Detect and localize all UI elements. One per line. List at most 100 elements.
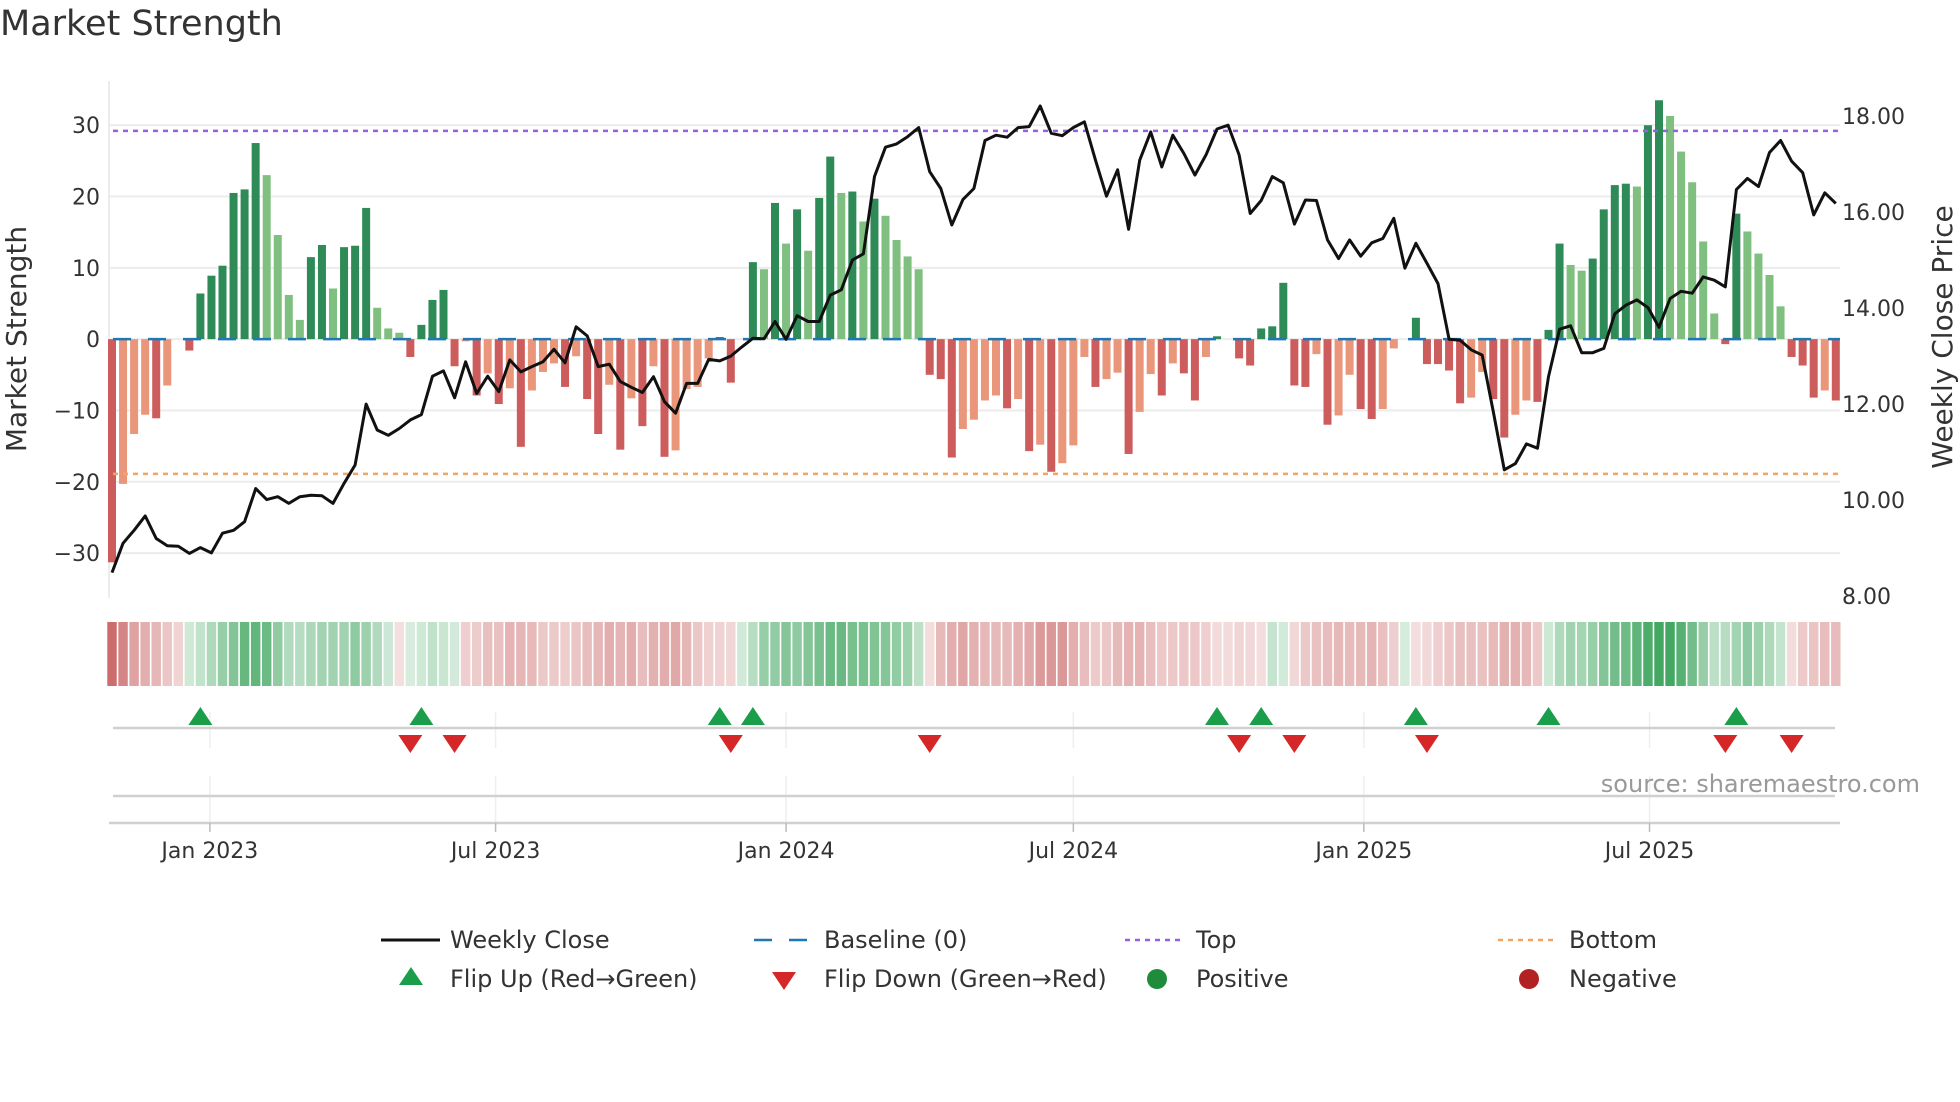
heat-strip-cell [814, 622, 824, 686]
market-strength-chart: −30 −20 −10 0 10 20 30 8.00 10.00 12.00 14.00 16.00… [0, 81, 1959, 993]
heat-strip-cell [1676, 622, 1686, 686]
legend-negative-icon [1519, 969, 1539, 989]
strength-bar [1279, 282, 1288, 340]
heat-strip-cell [1687, 622, 1697, 686]
flip-down-marker [1282, 735, 1307, 753]
strength-bar [969, 339, 978, 420]
strength-bar [1533, 339, 1542, 402]
strength-bar [1677, 151, 1686, 340]
strength-bar [1179, 339, 1188, 374]
strength-bar [583, 339, 592, 400]
strength-bar [1135, 339, 1144, 412]
strength-bar [804, 250, 813, 340]
heat-strip-cell [1145, 622, 1156, 686]
strength-bar [185, 339, 194, 351]
heat-strip-cell [317, 622, 327, 686]
x-tick-label: Jul 2023 [449, 839, 541, 864]
legend-label-bottom: Bottom [1569, 926, 1657, 954]
heat-strip-cell [471, 622, 482, 686]
heat-strip-cell [1720, 622, 1731, 686]
strength-bar [1599, 209, 1608, 340]
heat-strip-cell [825, 622, 835, 686]
strength-bar [1323, 339, 1332, 425]
y-tick-label: 30 [72, 114, 100, 139]
flip-down-marker [1227, 735, 1252, 753]
strength-bar [1434, 339, 1442, 365]
heat-strip-cell [1179, 622, 1189, 686]
strength-bar [936, 339, 945, 380]
y-tick-label: 0 [86, 328, 100, 353]
heat-strip-cell [1433, 622, 1443, 686]
heat-strip-cell [1400, 622, 1410, 686]
flip-up-marker [1249, 707, 1274, 725]
heat-strip-cell [1510, 622, 1521, 686]
strength-bar [1190, 339, 1199, 401]
heat-strip-cell [1157, 622, 1167, 686]
strength-bar [704, 339, 713, 359]
strength-bar [1776, 306, 1785, 340]
heat-strip-cell [880, 622, 891, 686]
heat-strip-cell [295, 622, 305, 686]
x-tick-label: Jul 2025 [1603, 839, 1695, 864]
heat-strip-cell [847, 622, 858, 686]
heat-strip-cell [604, 622, 614, 686]
y2-tick-label: 16.00 [1842, 201, 1905, 226]
heat-strip-cell [1057, 622, 1068, 686]
heat-strip-cell [173, 622, 184, 686]
strength-bar [1555, 243, 1564, 340]
heat-strip-cell [151, 622, 161, 686]
flip-up-marker [707, 707, 732, 725]
strength-bar [1754, 253, 1763, 340]
strength-bar [1069, 339, 1078, 446]
strength-bar [1157, 339, 1166, 396]
heat-strip-cell [1488, 622, 1498, 686]
strength-bar [1588, 258, 1597, 340]
strength-bar [1688, 182, 1697, 340]
heat-strip-cell [1411, 622, 1421, 686]
strength-bar [1003, 339, 1012, 409]
heat-strip-cell [1134, 622, 1145, 686]
strength-bar [207, 275, 216, 340]
heat-strip-cell [1256, 622, 1266, 686]
heat-strip-cell [869, 622, 880, 686]
heat-strip-cell [394, 622, 405, 686]
strength-bar [594, 339, 603, 434]
heat-strip-cell [1123, 622, 1134, 686]
heat-strip-cell [913, 622, 924, 686]
heat-strip-cell [206, 622, 217, 686]
heat-strip-cell [1168, 622, 1178, 686]
strength-bar [881, 215, 890, 340]
strength-bar [152, 339, 161, 419]
heat-strip-cell [1079, 622, 1090, 686]
strength-bar [1201, 339, 1210, 357]
y2-axis-title: Weekly Close Price [1926, 205, 1959, 468]
heat-strip-cell [792, 622, 802, 686]
heat-strip-cell [1742, 622, 1753, 686]
heat-strip-cell [239, 622, 250, 686]
heat-strip-cell [991, 622, 1001, 686]
strength-bar [251, 143, 260, 340]
heat-strip-cell [715, 622, 725, 686]
heat-strip-cell [1753, 622, 1764, 686]
legend-label-weekly-close: Weekly Close [450, 926, 610, 954]
x-tick-label: Jan 2023 [159, 839, 258, 864]
heat-strip-cell [361, 622, 371, 686]
heat-strip-cell [416, 622, 427, 686]
heat-strip-cell [571, 622, 581, 686]
heat-strip-cell [129, 622, 139, 686]
legend-label-negative: Negative [1569, 965, 1677, 993]
x-tick-label: Jan 2025 [1313, 839, 1412, 864]
heat-strip-cell [1599, 622, 1609, 686]
strength-bar [1809, 339, 1818, 398]
heat-strip-cell [306, 622, 316, 686]
heat-strip-cell [958, 622, 968, 686]
flip-down-marker [1779, 735, 1804, 753]
flip-down-marker [398, 735, 423, 753]
heat-strip-cell [261, 622, 272, 686]
x-tick-label: Jul 2024 [1027, 839, 1119, 864]
strength-bar [1113, 339, 1122, 373]
heat-strip-cell [1587, 622, 1598, 686]
heat-strip-cell [1709, 622, 1719, 686]
heat-strip-cell [703, 622, 714, 686]
x-tick-label: Jan 2024 [736, 839, 835, 864]
